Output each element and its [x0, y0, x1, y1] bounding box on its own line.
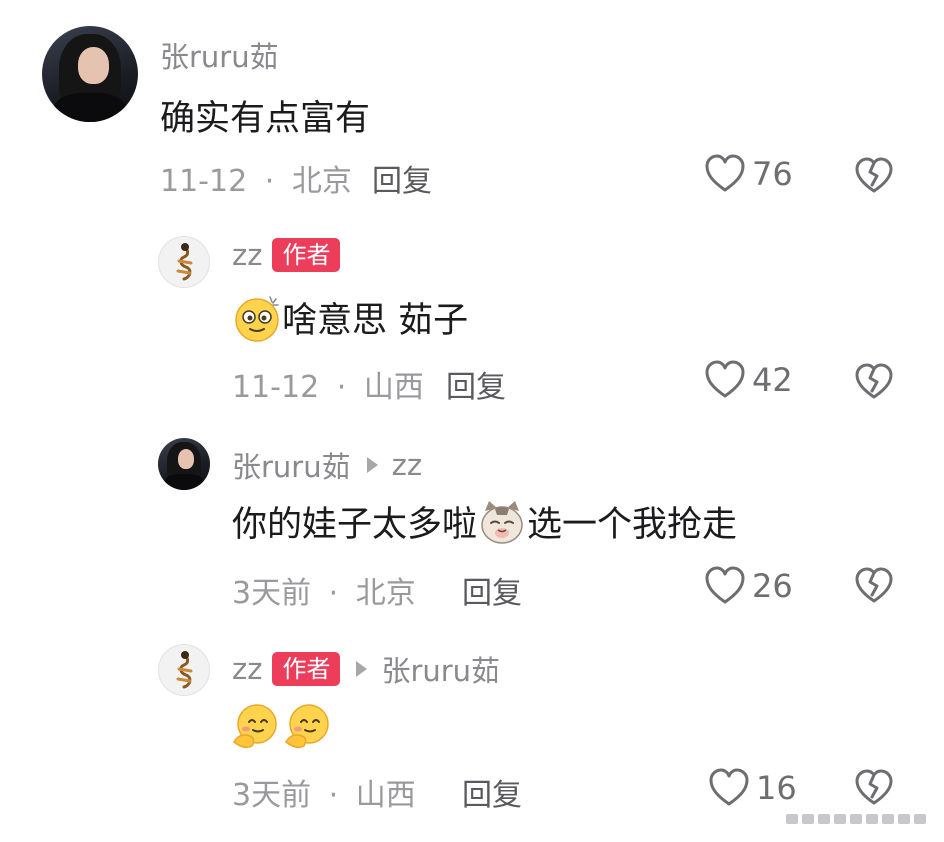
like-count: 76 [752, 155, 793, 193]
comment-date: 3天前 [232, 576, 312, 611]
reply-to-user[interactable]: zz [392, 448, 422, 482]
like-count: 26 [752, 567, 793, 605]
like-button[interactable]: 42 [704, 360, 793, 400]
comment-text: 确实有点富有 [160, 99, 371, 139]
username-text[interactable]: 张ruru茹 [160, 34, 279, 76]
author-badge: 作者 [272, 652, 341, 686]
watermark-graphic [786, 814, 926, 824]
meta-separator: · [264, 164, 275, 199]
reply-arrow-icon [366, 457, 378, 473]
comment-date: 3天前 [232, 778, 312, 813]
dizzy-face-emoji [235, 295, 279, 342]
like-button[interactable]: 26 [704, 566, 793, 606]
comment-meta: 11-12 · 山西 [232, 362, 424, 406]
heart-icon [709, 768, 749, 806]
avatar[interactable] [158, 644, 210, 696]
reply-button[interactable]: 回复 [462, 568, 522, 612]
comment-date: 11-12 [232, 370, 320, 405]
like-count: 16 [756, 769, 797, 807]
comment-location: 山西 [363, 370, 424, 405]
dislike-icon[interactable] [854, 566, 894, 606]
comment-location: 山西 [355, 778, 416, 813]
cat-face-emoji [481, 500, 523, 544]
avatar[interactable] [158, 438, 210, 490]
like-button[interactable]: 76 [704, 154, 793, 194]
username[interactable]: zz 作者 张ruru茹 [232, 648, 500, 690]
comment-meta: 11-12 · 北京 [160, 156, 352, 200]
comment-meta: 3天前 · 山西 [232, 770, 416, 814]
meta-separator: · [328, 576, 339, 611]
comment-location: 北京 [355, 576, 416, 611]
comment-text: 你的娃子太多啦 选一个我抢走 [232, 496, 737, 547]
dislike-icon[interactable] [854, 156, 894, 196]
comment-meta: 3天前 · 北京 [232, 568, 416, 612]
comment-date: 11-12 [160, 164, 248, 199]
avatar[interactable] [158, 236, 210, 288]
comment-text [230, 702, 332, 752]
reply-button[interactable]: 回复 [462, 770, 522, 814]
like-button[interactable]: 16 [708, 768, 797, 808]
dislike-icon[interactable] [854, 362, 894, 402]
shy-smile-emoji [233, 704, 277, 749]
username-text[interactable]: zz [232, 238, 262, 272]
heart-icon [705, 154, 745, 192]
username[interactable]: 张ruru茹 zz [232, 444, 422, 486]
heart-icon [705, 360, 745, 398]
heart-icon [705, 566, 745, 604]
shy-smile-emoji [285, 704, 329, 749]
author-badge: 作者 [272, 238, 341, 272]
meta-separator: · [336, 370, 347, 405]
doodle-avatar-icon [176, 243, 193, 281]
reply-arrow-icon [356, 661, 368, 677]
like-count: 42 [752, 361, 793, 399]
username-text[interactable]: zz [232, 652, 262, 686]
doodle-avatar-icon [176, 651, 193, 689]
dislike-icon[interactable] [854, 768, 894, 808]
comment-location: 北京 [291, 164, 352, 199]
reply-button[interactable]: 回复 [446, 362, 506, 406]
username-text[interactable]: 张ruru茹 [232, 444, 351, 486]
comment-text: 啥意思 茹子 [232, 292, 468, 343]
reply-button[interactable]: 回复 [372, 156, 432, 200]
reply-to-user[interactable]: 张ruru茹 [381, 648, 500, 690]
username[interactable]: zz 作者 [232, 238, 341, 272]
meta-separator: · [328, 778, 339, 813]
username[interactable]: 张ruru茹 [160, 34, 279, 76]
avatar[interactable] [42, 26, 138, 122]
